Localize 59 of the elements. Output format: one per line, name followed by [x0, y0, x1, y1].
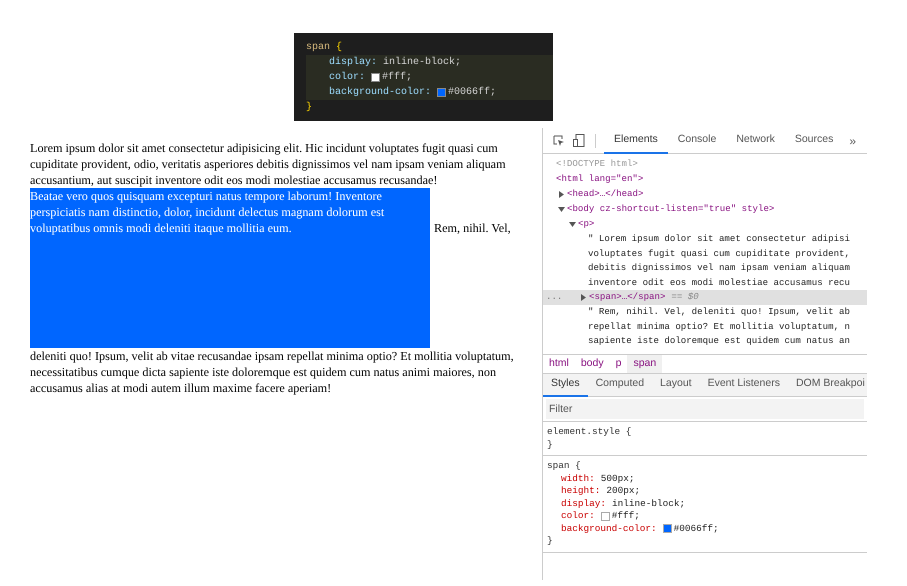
rule-selector: element.style {	[547, 426, 632, 438]
css-value: #fff;	[612, 510, 640, 522]
highlighted-text-block: Beatae vero quos quisquam excepturi natus tempore laborum! Inventore perspiciatis nam distinctio, dolor, incidunt delectus magnam dolorum est voluptatibus omnis modi deleniti itaque mollitia eum.	[30, 188, 430, 348]
css-property: color:	[561, 510, 595, 522]
styles-tab[interactable]: Layout	[652, 373, 700, 397]
breadcrumb-item[interactable]: span	[627, 354, 662, 374]
paragraph-text: Lorem ipsum dolor sit amet consectetur adipisicing elit. Hic incidunt voluptates fugit quasi cum cupiditate provident, odio, veritatis asperiores debitis dignissimos vel nam ipsam veniam aliquam accusantium, aut suscipit inventore odit eos modi molestiae accusamus recusandae!	[30, 141, 506, 187]
code-property: display:	[329, 56, 378, 70]
paragraph-text: Rem, nihil. Vel,	[434, 221, 511, 235]
collapsed-triangle-icon[interactable]	[580, 294, 587, 301]
collapsed-triangle-icon[interactable]	[558, 191, 565, 198]
styles-tab[interactable]: Event Listeners	[700, 373, 788, 397]
more-tabs-button[interactable]: »	[843, 132, 862, 150]
code-property: background-color:	[329, 86, 432, 100]
breadcrumb-item[interactable]: body	[574, 354, 610, 374]
styles-tab[interactable]: Styles	[543, 373, 588, 397]
dom-text-content: " Rem, nihil. Vel, deleniti quo! Ipsum, velit ab repellat minima optio? Et mollitia voluptatum, n sapiente iste doloremque est quidem cum natus an	[587, 305, 851, 348]
css-value: inline-block;	[612, 498, 686, 510]
code-selector: span	[306, 41, 330, 55]
dom-text-content: " Lorem ipsum dolor sit amet consectetur adipisi voluptates fugit quasi cum cupiditate provident, debitis dignissimos vel nam ipsam veniam aliquam inventore odit eos modi molestiae accusamus recu	[587, 232, 851, 290]
css-property: display:	[561, 498, 606, 510]
dom-node-row[interactable]: <head>…</head>	[543, 187, 867, 202]
dom-node-row[interactable]: <body cz-shortcut-listen="true" style>	[543, 202, 867, 217]
css-value: #0066ff;	[674, 522, 719, 535]
css-property: height:	[561, 485, 600, 498]
expanded-triangle-icon[interactable]	[558, 206, 565, 213]
code-value: inline-block;	[383, 56, 462, 70]
css-value: 500px;	[600, 472, 635, 485]
expanded-triangle-icon[interactable]	[569, 221, 576, 228]
dom-node-row[interactable]: <html lang="en">	[543, 172, 867, 187]
dom-node-row[interactable]: ... <span>…</span> == $0	[543, 290, 867, 305]
code-brace: }	[306, 102, 312, 113]
color-swatch-icon[interactable]	[662, 524, 672, 534]
devtools-tab[interactable]: Elements	[604, 128, 668, 154]
devtools-tab[interactable]: Sources	[784, 128, 844, 154]
breadcrumb-item[interactable]: p	[610, 354, 628, 374]
ellipsis-marker: ...	[546, 290, 562, 304]
code-property: color:	[329, 70, 366, 85]
filter-field[interactable]: Filter	[546, 399, 864, 419]
rule-brace: }	[547, 535, 554, 548]
code-value: #0066ff;	[448, 86, 496, 100]
code-value: #fff;	[382, 70, 412, 85]
css-property: background-color:	[561, 522, 657, 535]
dom-node-row[interactable]: <p>	[543, 217, 867, 232]
css-property: width:	[561, 472, 595, 485]
css-value: 200px;	[606, 485, 640, 498]
rule-selector: span {	[547, 460, 582, 472]
inspect-element-icon[interactable]	[553, 134, 565, 146]
paragraph-text: deleniti quo! Ipsum, velit ab vitae recusandae ipsam repellat minima optio? Et mollitia voluptatum, necessitatibus cumque dicta sapiente iste doloremque est quidem cum natus animi maiores, non accusamus alias at modi autem illum maxime facere aperiam!	[30, 348, 515, 396]
styles-tab[interactable]: Computed	[588, 373, 652, 397]
selected-node-reference: == $0	[671, 290, 699, 304]
device-toolbar-icon[interactable]	[573, 134, 585, 147]
devtools-tab[interactable]: Network	[726, 128, 785, 154]
code-brace: {	[336, 40, 342, 55]
styles-tab[interactable]: DOM Breakpoi	[788, 373, 867, 397]
color-swatch-icon[interactable]	[600, 512, 610, 521]
devtools-tab[interactable]: Console	[668, 128, 726, 154]
rule-brace: }	[547, 438, 554, 451]
breadcrumb-item[interactable]: html	[543, 354, 575, 374]
